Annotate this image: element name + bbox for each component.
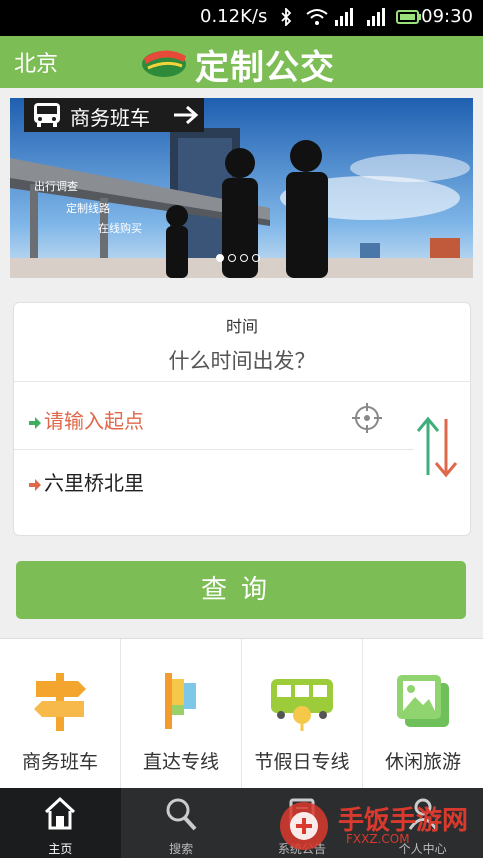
signpost-icon bbox=[30, 669, 90, 737]
swap-icon[interactable] bbox=[414, 415, 462, 483]
tab-label: 个人中心 bbox=[398, 842, 447, 856]
app-header: 北京 定制公交 bbox=[0, 36, 483, 88]
departure-time-field[interactable]: 什么时间出发？ bbox=[14, 345, 470, 375]
time-label: 时间 bbox=[225, 317, 258, 336]
network-speed: 0.12K/s bbox=[200, 6, 268, 27]
tab-label: 主页 bbox=[48, 842, 73, 856]
carousel-dot[interactable] bbox=[240, 254, 248, 262]
end-point-value: 六里桥北里 bbox=[44, 471, 144, 495]
bus-icon bbox=[267, 669, 337, 737]
tab-profile[interactable]: 个人中心 bbox=[362, 788, 483, 858]
battery-icon bbox=[396, 8, 422, 30]
start-point-field[interactable]: 请输入起点 bbox=[28, 405, 144, 434]
query-button[interactable]: 查询 bbox=[16, 561, 466, 619]
tab-label: 系统公告 bbox=[277, 842, 326, 856]
bluetooth-icon bbox=[280, 6, 292, 30]
start-point-placeholder: 请输入起点 bbox=[44, 409, 144, 433]
carousel-dot[interactable] bbox=[252, 254, 260, 262]
category-label: 节假日专线 bbox=[254, 751, 350, 773]
tab-search[interactable]: 搜索 bbox=[121, 788, 242, 858]
city-selector[interactable]: 北京 bbox=[14, 46, 58, 78]
bus-logo-icon bbox=[138, 44, 190, 84]
carousel-dot[interactable] bbox=[228, 254, 236, 262]
promo-banner[interactable]: 商务班车 出行调查 定制线路 在线购买 bbox=[10, 98, 473, 278]
arrow-right-icon bbox=[172, 104, 200, 130]
status-bar: 0.12K/s 09:30 bbox=[0, 0, 483, 36]
locate-icon[interactable] bbox=[352, 403, 382, 437]
banner-badge: 商务班车 bbox=[24, 98, 204, 132]
bottom-tab-bar: 主页 搜索 系统公告 个人中心 bbox=[0, 788, 483, 858]
category-holiday-line[interactable]: 节假日专线 bbox=[242, 639, 363, 789]
home-icon bbox=[43, 796, 77, 836]
notice-icon bbox=[285, 796, 319, 836]
banner-caption: 定制线路 bbox=[66, 202, 110, 215]
category-business-shuttle[interactable]: 商务班车 bbox=[0, 639, 121, 789]
category-leisure-travel[interactable]: 休闲旅游 bbox=[363, 639, 483, 789]
clock: 09:30 bbox=[421, 6, 473, 27]
category-label: 直达专线 bbox=[142, 751, 219, 773]
photo-icon bbox=[391, 669, 455, 737]
wifi-icon bbox=[306, 8, 328, 30]
page-title: 定制公交 bbox=[195, 48, 335, 88]
search-icon bbox=[164, 796, 198, 836]
divider bbox=[14, 381, 470, 382]
trip-form: 时间 什么时间出发？ 请输入起点 六里桥北里 bbox=[13, 302, 471, 536]
category-label: 商务班车 bbox=[21, 751, 98, 773]
tab-home[interactable]: 主页 bbox=[0, 788, 121, 858]
carousel-indicator[interactable] bbox=[216, 254, 260, 262]
carousel-dot[interactable] bbox=[216, 254, 224, 262]
signal-icon bbox=[366, 8, 388, 30]
red-arrow-icon bbox=[29, 478, 41, 491]
category-label: 休闲旅游 bbox=[384, 751, 461, 773]
banner-caption: 在线购买 bbox=[98, 222, 142, 235]
user-icon bbox=[406, 796, 440, 836]
category-grid: 商务班车 直达专线 节假日专线 休闲旅游 bbox=[0, 638, 483, 789]
divider bbox=[14, 449, 414, 450]
banner-badge-label: 商务班车 bbox=[70, 106, 150, 130]
green-arrow-icon bbox=[29, 416, 41, 429]
tab-label: 搜索 bbox=[169, 842, 194, 856]
category-direct-line[interactable]: 直达专线 bbox=[121, 639, 242, 789]
banner-caption: 出行调查 bbox=[34, 180, 78, 193]
signal-icon bbox=[334, 8, 356, 30]
tab-notice[interactable]: 系统公告 bbox=[242, 788, 363, 858]
flag-icon bbox=[151, 669, 211, 737]
bus-icon bbox=[32, 102, 62, 132]
end-point-field[interactable]: 六里桥北里 bbox=[28, 467, 144, 496]
